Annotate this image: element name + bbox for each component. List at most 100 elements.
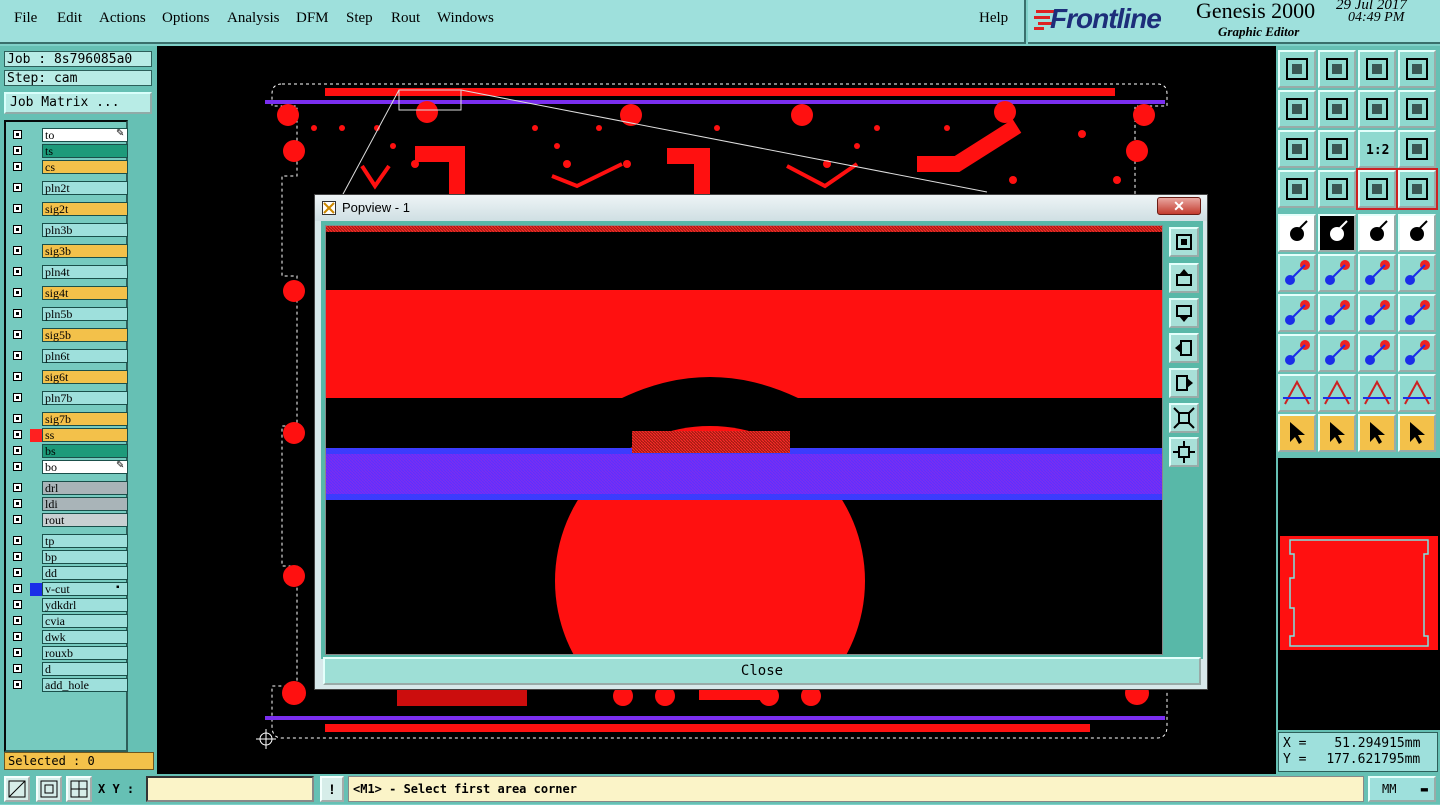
layer-row-ldi[interactable]: ldi	[8, 497, 128, 512]
layer-checkbox[interactable]	[13, 309, 22, 318]
menu-edit[interactable]: Edit	[57, 10, 82, 27]
net-highlight-button[interactable]	[1356, 168, 1398, 210]
select-net-button[interactable]	[1398, 414, 1436, 452]
draw-line-button[interactable]	[1318, 294, 1356, 332]
menu-actions[interactable]: Actions	[99, 10, 146, 27]
cut-line-button[interactable]	[1318, 334, 1356, 372]
layer-row-pln7b[interactable]: pln7b	[8, 391, 128, 406]
add-nodes-button[interactable]	[1278, 254, 1316, 292]
layer-row-d[interactable]: d	[8, 662, 128, 677]
popview-close-x-button[interactable]: ✕	[1157, 197, 1201, 215]
layer-checkbox[interactable]	[13, 499, 22, 508]
layer-name[interactable]: cs	[42, 160, 128, 174]
ruler-button[interactable]	[1358, 214, 1396, 252]
layer-name[interactable]: tp	[42, 534, 128, 548]
layer-checkbox[interactable]	[13, 648, 22, 657]
alert-button[interactable]: !	[320, 776, 344, 802]
layer-name[interactable]: d	[42, 662, 128, 676]
trace-a-button[interactable]	[1278, 374, 1316, 412]
layer-name[interactable]: dwk	[42, 630, 128, 644]
angle-tool-button[interactable]	[1278, 294, 1316, 332]
layer-row-tp[interactable]: tp	[8, 534, 128, 549]
stretch-button[interactable]	[1358, 334, 1396, 372]
layer-name[interactable]: pln6t	[42, 349, 128, 363]
view-bottom-button[interactable]	[1318, 50, 1356, 88]
layer-name[interactable]: pln4t	[42, 265, 128, 279]
layer-checkbox[interactable]	[13, 536, 22, 545]
menu-options[interactable]: Options	[162, 10, 210, 27]
layer-name[interactable]: dd	[42, 566, 128, 580]
layer-checkbox[interactable]	[13, 204, 22, 213]
measure-tool-button[interactable]	[1278, 170, 1316, 208]
trace-d-button[interactable]	[1398, 374, 1436, 412]
layer-name[interactable]: ss	[42, 428, 128, 442]
snap-s-button[interactable]	[1398, 90, 1436, 128]
layer-checkbox[interactable]	[13, 430, 22, 439]
layer-row-to[interactable]: to ✎	[8, 128, 128, 143]
popview-canvas[interactable]	[325, 225, 1163, 655]
minimap[interactable]	[1278, 458, 1440, 730]
swap-view-button[interactable]	[1358, 90, 1396, 128]
menu-dfm[interactable]: DFM	[296, 10, 329, 27]
grid-toggle-button[interactable]	[1318, 170, 1356, 208]
layer-name[interactable]: ts	[42, 144, 128, 158]
layer-row-dwk[interactable]: dwk	[8, 630, 128, 645]
layer-checkbox[interactable]	[13, 600, 22, 609]
layer-row-ss[interactable]: ss	[8, 428, 128, 443]
layer-checkbox[interactable]	[13, 483, 22, 492]
layer-name[interactable]: rouxb	[42, 646, 128, 660]
layer-name[interactable]: pln5b	[42, 307, 128, 321]
select-arrow-button[interactable]	[1278, 414, 1316, 452]
trace-b-button[interactable]	[1318, 374, 1356, 412]
layer-name[interactable]: bp	[42, 550, 128, 564]
popview-fit-button[interactable]	[1169, 227, 1199, 257]
layer-checkbox[interactable]	[13, 146, 22, 155]
fit-view-button[interactable]	[1278, 130, 1316, 168]
layer-name[interactable]: add_hole	[42, 678, 128, 692]
xy-input[interactable]	[146, 776, 314, 802]
dot-frame-button[interactable]	[1398, 214, 1436, 252]
help-query-button[interactable]	[1398, 130, 1436, 168]
layer-name[interactable]: drl	[42, 481, 128, 495]
move-arc-button[interactable]	[1358, 254, 1396, 292]
popview-down-button[interactable]	[1169, 298, 1199, 328]
popview-titlebar[interactable]: Popview - 1 ✕	[315, 195, 1207, 221]
layer-row-pln4t[interactable]: pln4t	[8, 265, 128, 280]
menu-file[interactable]: File	[14, 10, 37, 27]
layer-checkbox[interactable]	[13, 680, 22, 689]
grid-mode-button[interactable]	[66, 776, 92, 802]
layer-row-sig2t[interactable]: sig2t	[8, 202, 128, 217]
layer-name[interactable]: pln2t	[42, 181, 128, 195]
layer-checkbox[interactable]	[13, 393, 22, 402]
menu-help[interactable]: Help	[979, 10, 1008, 27]
layer-name[interactable]: bs	[42, 444, 128, 458]
layer-row-dd[interactable]: dd	[8, 566, 128, 581]
layer-checkbox[interactable]	[13, 267, 22, 276]
layer-name[interactable]: sig4t	[42, 286, 128, 300]
layer-checkbox[interactable]	[13, 568, 22, 577]
layer-checkbox[interactable]	[13, 515, 22, 524]
layer-row-sig4t[interactable]: sig4t	[8, 286, 128, 301]
layer-row-sig5b[interactable]: sig5b	[8, 328, 128, 343]
job-matrix-button[interactable]: Job Matrix ...	[4, 92, 152, 114]
layer-name[interactable]: sig3b	[42, 244, 128, 258]
layer-checkbox[interactable]	[13, 616, 22, 625]
layer-row-v-cut[interactable]: v-cut ▪	[8, 582, 128, 597]
layer-name[interactable]: cvia	[42, 614, 128, 628]
select-pointer-button[interactable]	[1358, 414, 1396, 452]
layer-row-sig3b[interactable]: sig3b	[8, 244, 128, 259]
delete-node-button[interactable]	[1318, 254, 1356, 292]
layer-row-cvia[interactable]: cvia	[8, 614, 128, 629]
popview-up-button[interactable]	[1169, 263, 1199, 293]
net-check-button[interactable]	[1396, 168, 1438, 210]
layer-checkbox[interactable]	[13, 584, 22, 593]
menu-windows[interactable]: Windows	[437, 10, 494, 27]
layer-checkbox[interactable]	[13, 162, 22, 171]
layer-name[interactable]: rout	[42, 513, 128, 527]
layer-row-ydkdrl[interactable]: ydkdrl	[8, 598, 128, 613]
layer-checkbox[interactable]	[13, 225, 22, 234]
popview-zoom-in-button[interactable]	[1169, 437, 1199, 467]
layer-row-rouxb[interactable]: rouxb	[8, 646, 128, 661]
popview-zoom-out-button[interactable]	[1169, 403, 1199, 433]
menu-step[interactable]: Step	[346, 10, 373, 27]
